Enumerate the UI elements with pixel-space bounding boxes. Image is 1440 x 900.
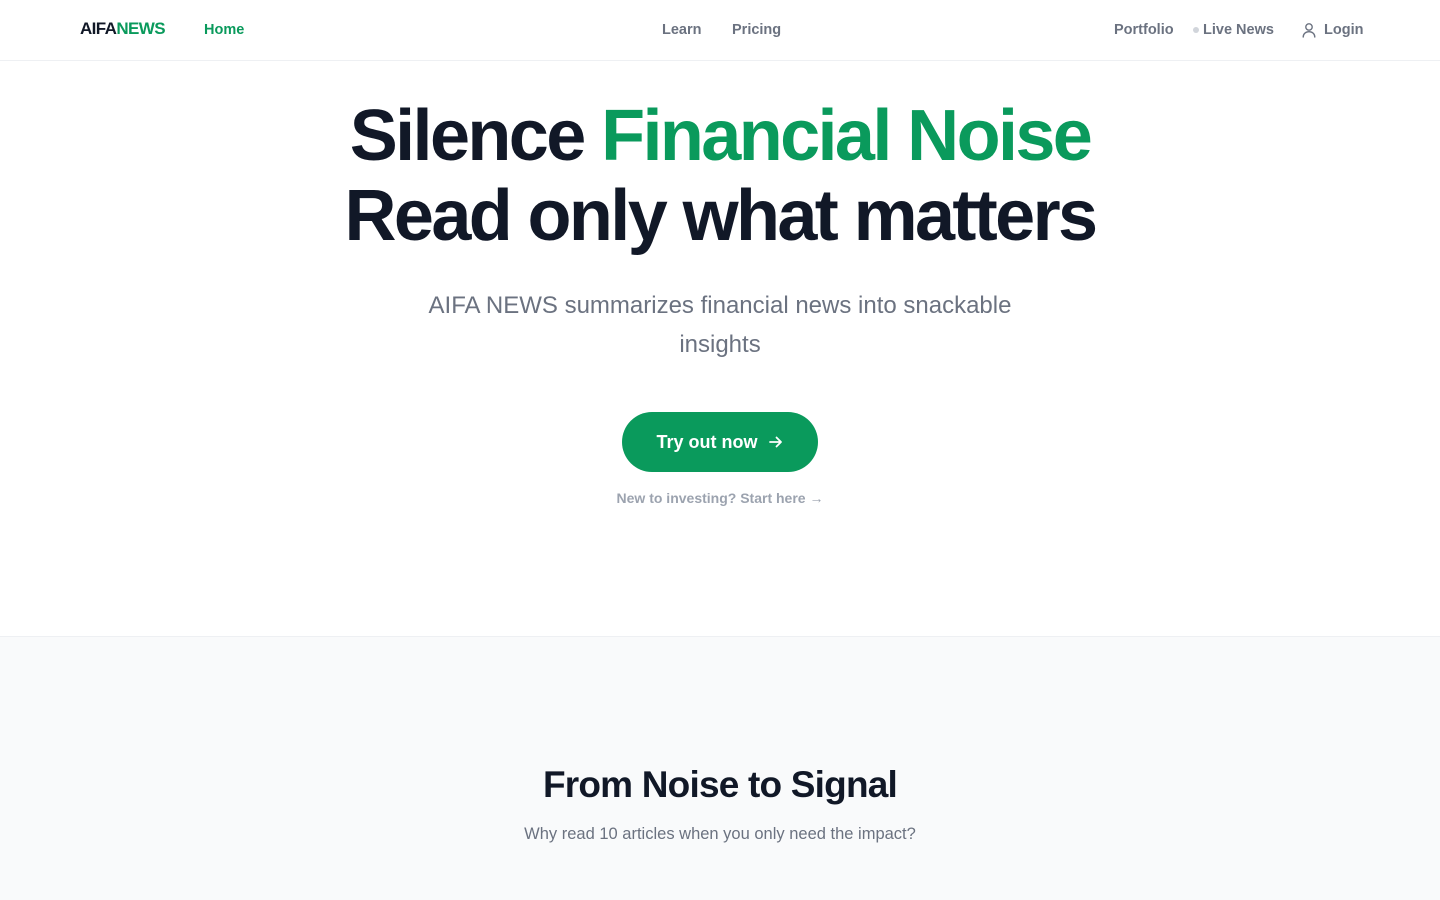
hero-headline-line2: Read only what matters [344, 176, 1098, 256]
nav-learn-link[interactable]: Learn [662, 20, 702, 40]
nav-portfolio-link[interactable]: Portfolio [1114, 20, 1174, 40]
brand-logo-part2: NEWS [116, 19, 165, 38]
start-here-link[interactable]: New to investing? Start here → [0, 489, 1440, 507]
hero-headline-prefix: Silence [349, 96, 602, 176]
brand-logo-part1: AIFA [80, 19, 117, 38]
hero-subtitle: AIFA NEWS summarizes financial news into… [428, 292, 1012, 358]
top-navbar: AIFANEWS Home Learn Pricing Portfolio Li… [0, 0, 1440, 61]
noise-to-signal-section: From Noise to Signal Why read 10 article… [0, 636, 1440, 900]
hero-headline-accent: Financial Noise [601, 96, 1093, 176]
nav-live-news-link[interactable]: Live News [1203, 20, 1274, 40]
nav-home-link[interactable]: Home [204, 20, 244, 40]
brand-logo[interactable]: AIFANEWS [80, 19, 166, 39]
arrow-right-icon [768, 436, 782, 448]
section-subtitle: Why read 10 articles when you only need … [524, 825, 916, 843]
section-title: From Noise to Signal [542, 764, 898, 805]
live-status-dot [1193, 27, 1199, 33]
try-out-now-label: Try out now [656, 431, 758, 452]
nav-pricing-link[interactable]: Pricing [732, 20, 781, 40]
nav-login-link[interactable]: Login [1324, 20, 1363, 40]
hero-headline-line1: Silence Financial Noise [0, 96, 1440, 176]
try-out-now-button[interactable]: Try out now [622, 412, 818, 472]
user-icon[interactable] [1302, 22, 1316, 38]
